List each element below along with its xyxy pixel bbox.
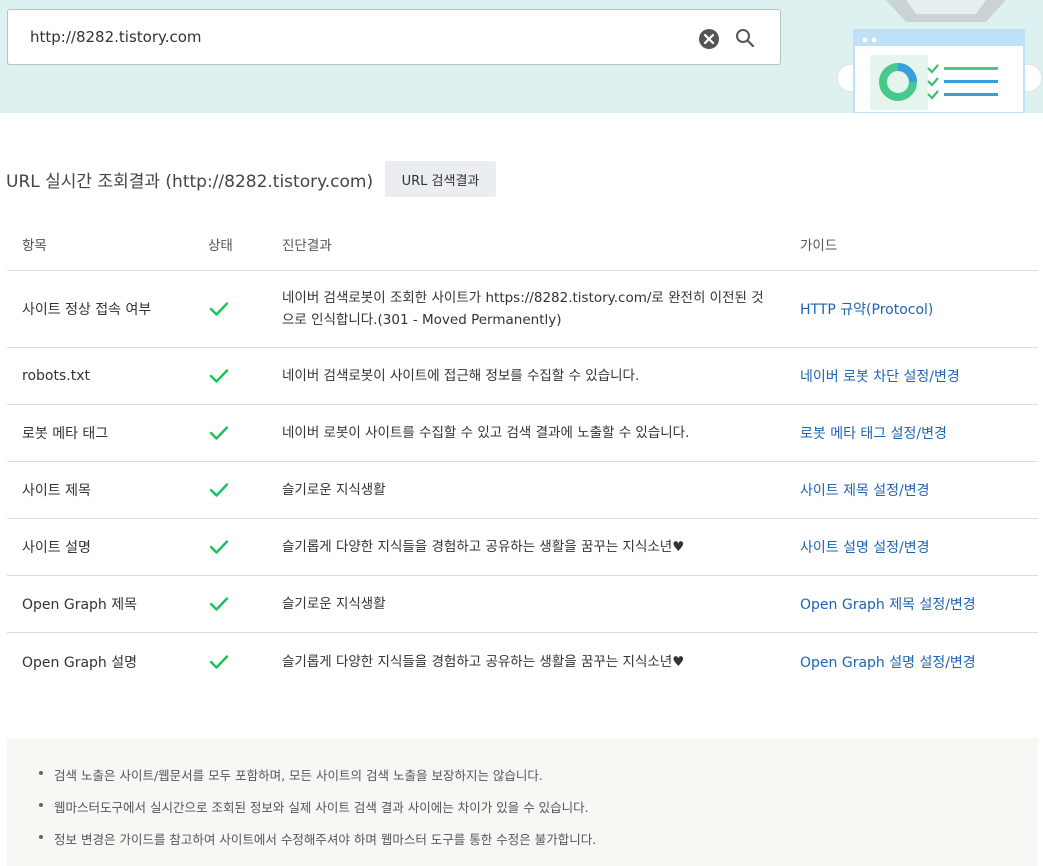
row-item: robots.txt — [22, 368, 90, 384]
row-result: 슬기로운 지식생활 — [282, 596, 386, 612]
url-search-result-button[interactable]: URL 검색결과 — [385, 161, 496, 197]
top-search-band — [0, 0, 1043, 114]
table-header: 항목 상태 진단결과 가이드 — [7, 214, 1038, 271]
check-icon — [209, 425, 229, 441]
row-result: 슬기롭게 다양한 지식들을 경험하고 공유하는 생활을 꿈꾸는 지식소년♥ — [282, 539, 685, 555]
header-guide: 가이드 — [800, 238, 838, 254]
check-icon — [209, 368, 229, 384]
row-guide-link[interactable]: HTTP 규약(Protocol) — [800, 299, 933, 319]
table-row: 로봇 메타 태그 네이버 로봇이 사이트를 수집할 수 있고 검색 결과에 노출… — [7, 405, 1038, 462]
notice-item: 웹마스터도구에서 실시간으로 조회된 정보와 실제 사이트 검색 결과 사이에는… — [37, 797, 596, 829]
header-item: 항목 — [22, 238, 47, 254]
search-icon[interactable] — [734, 27, 756, 49]
diagnosis-table: 항목 상태 진단결과 가이드 사이트 정상 접속 여부 네이버 검색로봇이 조회… — [7, 214, 1038, 690]
notice-item: 정보 변경은 가이드를 참고하여 사이트에서 수정해주셔야 하며 웹마스터 도구… — [37, 829, 596, 861]
row-item: 사이트 제목 — [22, 483, 91, 499]
table-row: 사이트 정상 접속 여부 네이버 검색로봇이 조회한 사이트가 https://… — [7, 271, 1038, 348]
row-result: 네이버 검색로봇이 사이트에 접근해 정보를 수집할 수 있습니다. — [282, 368, 640, 384]
row-guide-link[interactable]: 네이버 로봇 차단 설정/변경 — [800, 366, 960, 386]
header-result: 진단결과 — [282, 238, 332, 254]
row-guide-link[interactable]: 로봇 메타 태그 설정/변경 — [800, 423, 947, 443]
header-status: 상태 — [208, 238, 233, 254]
notice-box: 검색 노출은 사이트/웹문서를 모두 포함하며, 모든 사이트의 검색 노출을 … — [7, 738, 1038, 866]
table-row: Open Graph 설명 슬기롭게 다양한 지식들을 경험하고 공유하는 생활… — [7, 633, 1038, 690]
row-item: Open Graph 제목 — [22, 597, 137, 613]
row-item: 사이트 설명 — [22, 540, 91, 556]
row-result: 네이버 검색로봇이 조회한 사이트가 https://8282.tistory.… — [282, 290, 764, 328]
result-title: URL 실시간 조회결과 (http://8282.tistory.com) — [6, 172, 374, 192]
webmaster-illustration — [836, 0, 1043, 114]
row-item: Open Graph 설명 — [22, 654, 137, 671]
row-guide-link[interactable]: Open Graph 제목 설정/변경 — [800, 594, 976, 614]
check-icon — [209, 301, 229, 317]
row-result: 슬기롭게 다양한 지식들을 경험하고 공유하는 생활을 꿈꾸는 지식소년♥ — [282, 653, 685, 670]
row-result: 슬기로운 지식생활 — [282, 482, 386, 498]
row-item: 로봇 메타 태그 — [22, 426, 109, 442]
close-circle-icon[interactable] — [698, 28, 720, 50]
table-row: robots.txt 네이버 검색로봇이 사이트에 접근해 정보를 수집할 수 … — [7, 348, 1038, 405]
row-guide-link[interactable]: Open Graph 설명 설정/변경 — [800, 652, 976, 672]
row-result: 네이버 로봇이 사이트를 수집할 수 있고 검색 결과에 노출할 수 있습니다. — [282, 425, 690, 441]
row-item: 사이트 정상 접속 여부 — [22, 302, 152, 318]
row-guide-link[interactable]: 사이트 설명 설정/변경 — [800, 537, 930, 557]
table-row: 사이트 설명 슬기롭게 다양한 지식들을 경험하고 공유하는 생활을 꿈꾸는 지… — [7, 519, 1038, 576]
table-row: 사이트 제목 슬기로운 지식생활 사이트 제목 설정/변경 — [7, 462, 1038, 519]
check-icon — [209, 539, 229, 555]
check-icon — [209, 482, 229, 498]
check-icon — [209, 654, 229, 670]
url-search-input[interactable] — [30, 24, 670, 50]
notice-item: 검색 노출은 사이트/웹문서를 모두 포함하며, 모든 사이트의 검색 노출을 … — [37, 765, 596, 797]
table-row: Open Graph 제목 슬기로운 지식생활 Open Graph 제목 설정… — [7, 576, 1038, 633]
url-search-box — [7, 9, 781, 65]
row-guide-link[interactable]: 사이트 제목 설정/변경 — [800, 480, 930, 500]
check-icon — [209, 596, 229, 612]
